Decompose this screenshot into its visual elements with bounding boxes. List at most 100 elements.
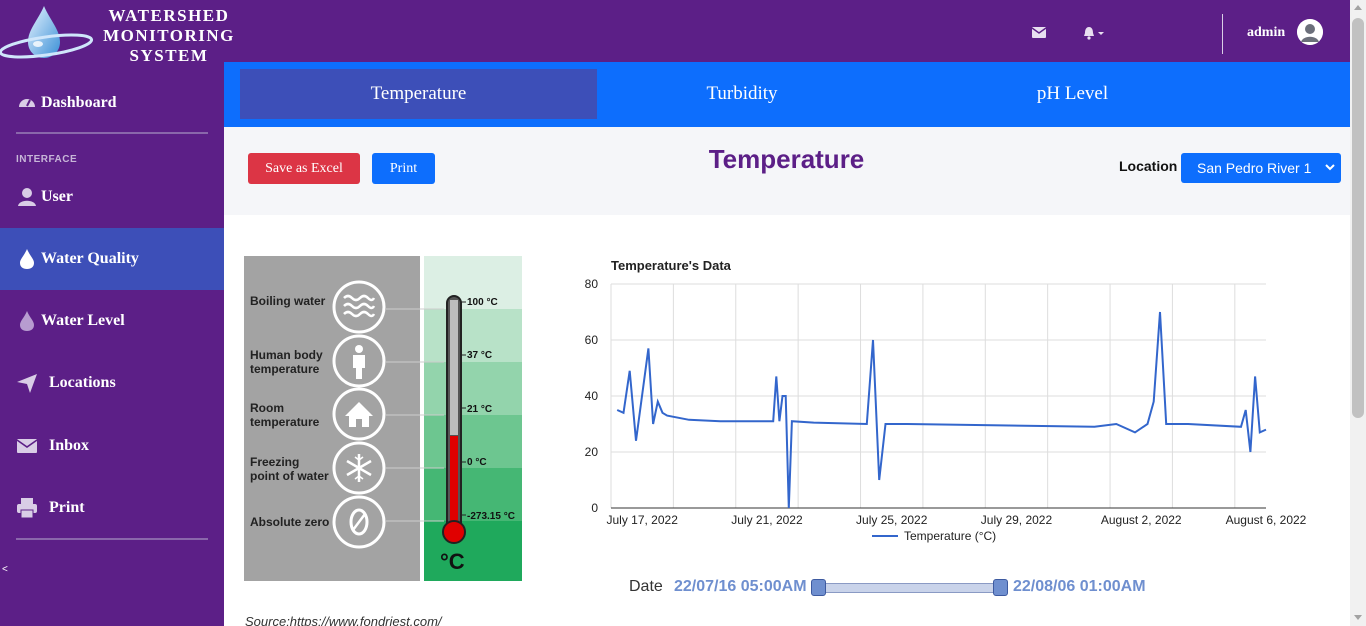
water-drop-icon (20, 249, 34, 269)
y-tick-label: 60 (585, 333, 599, 347)
controls-panel: Save as Excel Print Temperature Location… (224, 127, 1350, 215)
water-drop-icon (20, 311, 34, 331)
location-select-value: San Pedro River 1 (1197, 160, 1312, 176)
sidebar-item-label: Print (49, 499, 85, 516)
sidebar-item-user[interactable]: User (0, 166, 224, 228)
thermo-value: 37 °C (467, 350, 492, 361)
print-button[interactable]: Print (372, 153, 435, 184)
x-tick-label: July 25, 2022 (856, 513, 928, 527)
user-circle-icon (1297, 19, 1323, 45)
thermometer-infographic: Boiling water Human body temperature Roo… (244, 256, 522, 581)
temperature-series-line (616, 311, 1267, 509)
date-range-end: 22/08/06 01:00AM (1013, 578, 1146, 595)
house-icon (332, 387, 386, 441)
sidebar-item-label: Dashboard (41, 94, 117, 111)
printer-icon (17, 498, 37, 519)
sidebar-item-print[interactable]: Print (0, 477, 224, 539)
date-range-start: 22/07/16 05:00AM (674, 578, 807, 595)
sidebar-item-label: Water Quality (41, 250, 139, 267)
user-icon (18, 188, 36, 206)
chart-title: Temperature's Data (611, 258, 732, 273)
app-title-line: MONITORING (103, 26, 235, 45)
chart-y-ticks: 0 20 40 60 80 (585, 277, 599, 515)
x-tick-label: August 6, 2022 (1226, 513, 1307, 527)
gauge-icon (19, 99, 35, 107)
water-drop-logo-icon (0, 6, 94, 59)
thermo-label-boiling: Boiling water (250, 294, 326, 308)
y-tick-label: 80 (585, 277, 599, 291)
tab-temperature[interactable]: Temperature (240, 69, 597, 119)
location-select[interactable]: San Pedro River 1 (1181, 153, 1341, 183)
user-name[interactable]: admin (1247, 25, 1285, 41)
paper-plane-icon (17, 374, 37, 393)
thermo-label-body-1: Human body (250, 348, 323, 362)
scroll-up-icon[interactable] (1354, 5, 1362, 10)
thermo-label-room-1: Room (250, 401, 284, 415)
page-title: Temperature (708, 144, 865, 174)
sidebar-item-label: Inbox (49, 437, 90, 454)
bell-icon[interactable] (1083, 26, 1107, 40)
sidebar-item-water-quality[interactable]: Water Quality (0, 228, 224, 290)
envelope-icon[interactable] (1032, 27, 1046, 38)
y-tick-label: 20 (585, 445, 599, 459)
legend-label: Temperature (°C) (904, 529, 996, 543)
tab-turbidity[interactable]: Turbidity (597, 69, 887, 119)
sidebar-item-water-level[interactable]: Water Level (0, 290, 224, 352)
thermo-label-room-2: temperature (250, 415, 320, 429)
chevron-down-icon (1325, 164, 1335, 171)
date-range-slider[interactable] (818, 583, 1002, 593)
chevron-down-icon (1098, 32, 1104, 35)
date-range-end-handle[interactable] (993, 579, 1008, 596)
sidebar-toggle-button[interactable]: < (2, 564, 8, 575)
thermo-unit: °C (440, 549, 465, 574)
x-tick-label: August 2, 2022 (1101, 513, 1182, 527)
sidebar-item-label: User (41, 188, 73, 205)
x-tick-label: July 21, 2022 (731, 513, 803, 527)
date-range-label: Date (629, 578, 663, 595)
chart-grid (610, 283, 1266, 509)
sidebar-item-inbox[interactable]: Inbox (0, 415, 224, 477)
sidebar-divider (16, 132, 208, 134)
zero-icon (332, 495, 386, 549)
app-title: WATERSHED MONITORING SYSTEM (96, 6, 242, 66)
thermo-label-freeze-2: point of water (250, 469, 329, 483)
y-tick-label: 40 (585, 389, 599, 403)
thermo-value: 100 °C (467, 297, 498, 308)
y-tick-label: 0 (591, 501, 598, 515)
thermo-label-body-2: temperature (250, 362, 320, 376)
waves-icon (332, 280, 386, 334)
sidebar-item-label: Water Level (41, 312, 125, 329)
page-scrollbar[interactable] (1350, 0, 1366, 626)
save-as-excel-button[interactable]: Save as Excel (248, 153, 360, 184)
sidebar: Dashboard INTERFACE User Water Quality W… (0, 62, 224, 626)
navbar-divider (1222, 14, 1223, 54)
date-range-start-handle[interactable] (811, 579, 826, 596)
chart-x-ticks: July 17, 2022 July 21, 2022 July 25, 2022 J… (606, 513, 1306, 527)
location-label: Location (1119, 158, 1178, 174)
tab-bar: Temperature Turbidity pH Level (224, 62, 1350, 127)
tab-ph-level[interactable]: pH Level (924, 69, 1221, 119)
thermo-label-absolute: Absolute zero (250, 515, 329, 529)
thermo-value: -273.15 °C (467, 511, 515, 522)
sidebar-divider (16, 538, 208, 540)
sidebar-item-label: Locations (49, 374, 116, 391)
x-tick-label: July 29, 2022 (981, 513, 1053, 527)
envelope-icon (16, 439, 38, 453)
scroll-down-icon[interactable] (1354, 615, 1362, 620)
thermo-value: 0 °C (467, 457, 487, 468)
snowflake-icon (332, 441, 386, 495)
thermo-value: 21 °C (467, 404, 492, 415)
person-icon (332, 334, 386, 388)
scrollbar-thumb[interactable] (1352, 18, 1364, 418)
top-navbar: WATERSHED MONITORING SYSTEM admin (0, 0, 1350, 65)
thermo-label-freeze-1: Freezing (250, 455, 299, 469)
app-title-line: WATERSHED (108, 6, 230, 25)
source-citation: Source:https://www.fondriest.com/ (245, 614, 442, 626)
temperature-line-chart: Temperature's Data 0 20 40 60 80 July 17, 20… (585, 258, 1307, 543)
sidebar-item-locations[interactable]: Locations (0, 352, 224, 414)
x-tick-label: July 17, 2022 (606, 513, 678, 527)
user-avatar[interactable] (1297, 19, 1323, 45)
thermometer-graphic: Boiling water Human body temperature Roo… (244, 256, 522, 581)
sidebar-heading: INTERFACE (16, 154, 78, 165)
sidebar-item-dashboard[interactable]: Dashboard (0, 72, 224, 134)
